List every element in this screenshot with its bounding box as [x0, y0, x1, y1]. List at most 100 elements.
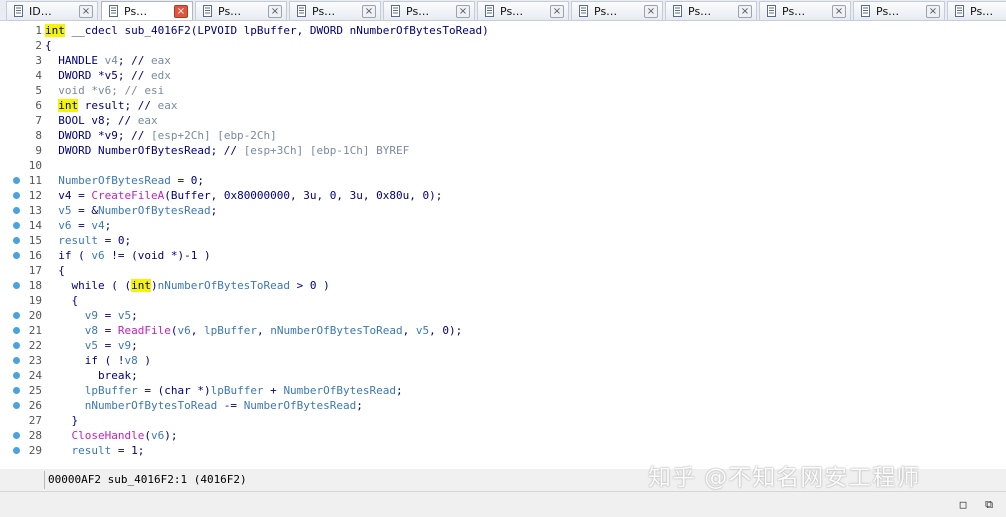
close-icon[interactable]: × — [738, 4, 752, 18]
code-text: if ( v6 != (void *)-1 ) — [45, 248, 211, 263]
code-token: != (void *)-1 ) — [104, 249, 211, 262]
code-token: while ( ( — [45, 279, 132, 292]
breakpoint-dot-icon[interactable] — [13, 207, 20, 214]
tab-pseudocode[interactable]: Ps…× — [947, 1, 1006, 20]
breakpoint-dot-icon[interactable] — [13, 447, 20, 454]
close-icon[interactable]: × — [550, 4, 564, 18]
close-icon[interactable]: × — [926, 4, 940, 18]
code-line[interactable]: 4 DWORD *v5; // edx — [0, 68, 1006, 83]
code-line[interactable]: 13 v5 = &NumberOfBytesRead; — [0, 203, 1006, 218]
code-line[interactable]: 26 nNumberOfBytesToRead -= NumberOfBytes… — [0, 398, 1006, 413]
code-text: v5 = &NumberOfBytesRead; — [45, 203, 217, 218]
line-number: 15 — [28, 234, 42, 247]
close-icon[interactable]: × — [268, 4, 282, 18]
breakpoint-dot-icon[interactable] — [13, 402, 20, 409]
code-line[interactable]: 20 v9 = v5; — [0, 308, 1006, 323]
pseudocode-view[interactable]: 1 int __cdecl sub_4016F2(LPVOID lpBuffer,… — [0, 21, 1006, 469]
code-token: NumberOfBytesRead — [98, 204, 211, 217]
breakpoint-dot-icon[interactable] — [13, 312, 20, 319]
code-line[interactable]: 17 { — [0, 263, 1006, 278]
close-icon[interactable]: × — [362, 4, 376, 18]
document-icon — [955, 5, 964, 17]
breakpoint-dot-icon[interactable] — [13, 372, 20, 379]
tab-pseudocode[interactable]: Ps…× — [289, 1, 381, 20]
line-number: 3 — [35, 54, 42, 67]
tab-pseudocode[interactable]: Ps…× — [383, 1, 475, 20]
code-line[interactable]: 22 v5 = v9; — [0, 338, 1006, 353]
code-token: ; — [396, 384, 403, 397]
breakpoint-dot-icon[interactable] — [13, 327, 20, 334]
code-line[interactable]: 11 NumberOfBytesRead = 0; — [0, 173, 1006, 188]
tab-label: ID… — [29, 4, 52, 18]
restore-window-icon[interactable]: □ — [957, 499, 969, 511]
code-line[interactable]: 16 if ( v6 != (void *)-1 ) — [0, 248, 1006, 263]
code-line[interactable]: 10 — [0, 158, 1006, 173]
breakpoint-dot-icon[interactable] — [13, 432, 20, 439]
tab-ida-view[interactable]: ID… × — [6, 1, 98, 20]
line-number: 6 — [35, 99, 42, 112]
code-token: CreateFileA — [91, 189, 165, 202]
tab-pseudocode[interactable]: Ps…× — [759, 1, 851, 20]
code-line[interactable]: 23 if ( !v8 ) — [0, 353, 1006, 368]
line-number: 9 — [35, 144, 42, 157]
code-text: DWORD NumberOfBytesRead; // [esp+3Ch] [e… — [45, 143, 409, 158]
code-line[interactable]: 24 break; — [0, 368, 1006, 383]
code-line[interactable]: 3 HANDLE v4; // eax — [0, 53, 1006, 68]
breakpoint-dot-icon[interactable] — [13, 192, 20, 199]
code-token: v8 — [45, 324, 98, 337]
code-token: v9 — [117, 339, 132, 352]
code-token: v5 — [415, 324, 430, 337]
code-line[interactable]: 18 while ( (int)nNumberOfBytesToRead > 0… — [0, 278, 1006, 293]
code-line[interactable]: 1 int __cdecl sub_4016F2(LPVOID lpBuffer,… — [0, 23, 1006, 38]
code-line[interactable]: 27 } — [0, 413, 1006, 428]
tab-pseudocode[interactable]: Ps…× — [665, 1, 757, 20]
code-line[interactable]: 9 DWORD NumberOfBytesRead; // [esp+3Ch] … — [0, 143, 1006, 158]
tab-pseudocode[interactable]: Ps…× — [195, 1, 287, 20]
document-icon — [203, 5, 212, 17]
code-line[interactable]: 25 lpBuffer = (char *)lpBuffer + NumberO… — [0, 383, 1006, 398]
line-number: 20 — [28, 309, 42, 322]
breakpoint-dot-icon[interactable] — [13, 387, 20, 394]
code-token: DWORD *v9; // — [45, 129, 151, 142]
breakpoint-dot-icon[interactable] — [13, 342, 20, 349]
code-line[interactable]: 6 int result; // eax — [0, 98, 1006, 113]
line-number: 1 — [35, 24, 42, 37]
tab-pseudocode[interactable]: Ps…× — [571, 1, 663, 20]
code-line[interactable]: 5 void *v6; // esi — [0, 83, 1006, 98]
tab-pseudocode[interactable]: Ps…× — [477, 1, 569, 20]
breakpoint-dot-icon[interactable] — [13, 177, 20, 184]
code-text: int __cdecl sub_4016F2(LPVOID lpBuffer, … — [45, 23, 489, 38]
code-line[interactable]: 7 BOOL v8; // eax — [0, 113, 1006, 128]
close-icon[interactable]: × — [832, 4, 846, 18]
code-line[interactable]: 19 { — [0, 293, 1006, 308]
tab-pseudocode[interactable]: Ps…× — [101, 1, 193, 20]
line-number: 5 — [35, 84, 42, 97]
code-line[interactable]: 21 v8 = ReadFile(v6, lpBuffer, nNumberOf… — [0, 323, 1006, 338]
code-line[interactable]: 2{ — [0, 38, 1006, 53]
code-line[interactable]: 15 result = 0; — [0, 233, 1006, 248]
code-text: result = 0; — [45, 233, 131, 248]
close-icon[interactable]: × — [644, 4, 658, 18]
breakpoint-dot-icon[interactable] — [13, 222, 20, 229]
breakpoint-dot-icon[interactable] — [13, 237, 20, 244]
code-line[interactable]: 29 result = 1; — [0, 443, 1006, 458]
tab-pseudocode[interactable]: Ps…× — [853, 1, 945, 20]
code-text: { — [45, 38, 52, 53]
code-token: + — [263, 384, 284, 397]
code-line[interactable]: 28 CloseHandle(v6); — [0, 428, 1006, 443]
code-line[interactable]: 12 v4 = CreateFileA(Buffer, 0x80000000, … — [0, 188, 1006, 203]
close-icon[interactable]: × — [174, 4, 188, 18]
code-line[interactable]: 8 DWORD *v9; // [esp+2Ch] [ebp-2Ch] — [0, 128, 1006, 143]
breakpoint-dot-icon[interactable] — [13, 282, 20, 289]
code-line[interactable]: 14 v6 = v4; — [0, 218, 1006, 233]
float-window-icon[interactable]: ⧉ — [983, 499, 995, 511]
close-icon[interactable]: × — [456, 4, 470, 18]
highlighted-token: int — [45, 24, 65, 37]
close-icon[interactable]: × — [79, 4, 93, 18]
code-token: v5 — [45, 339, 98, 352]
code-token: if ( — [45, 249, 92, 262]
breakpoint-dot-icon[interactable] — [13, 357, 20, 364]
code-token: result — [45, 234, 98, 247]
breakpoint-dot-icon[interactable] — [13, 252, 20, 259]
code-token: v4 — [104, 54, 118, 67]
